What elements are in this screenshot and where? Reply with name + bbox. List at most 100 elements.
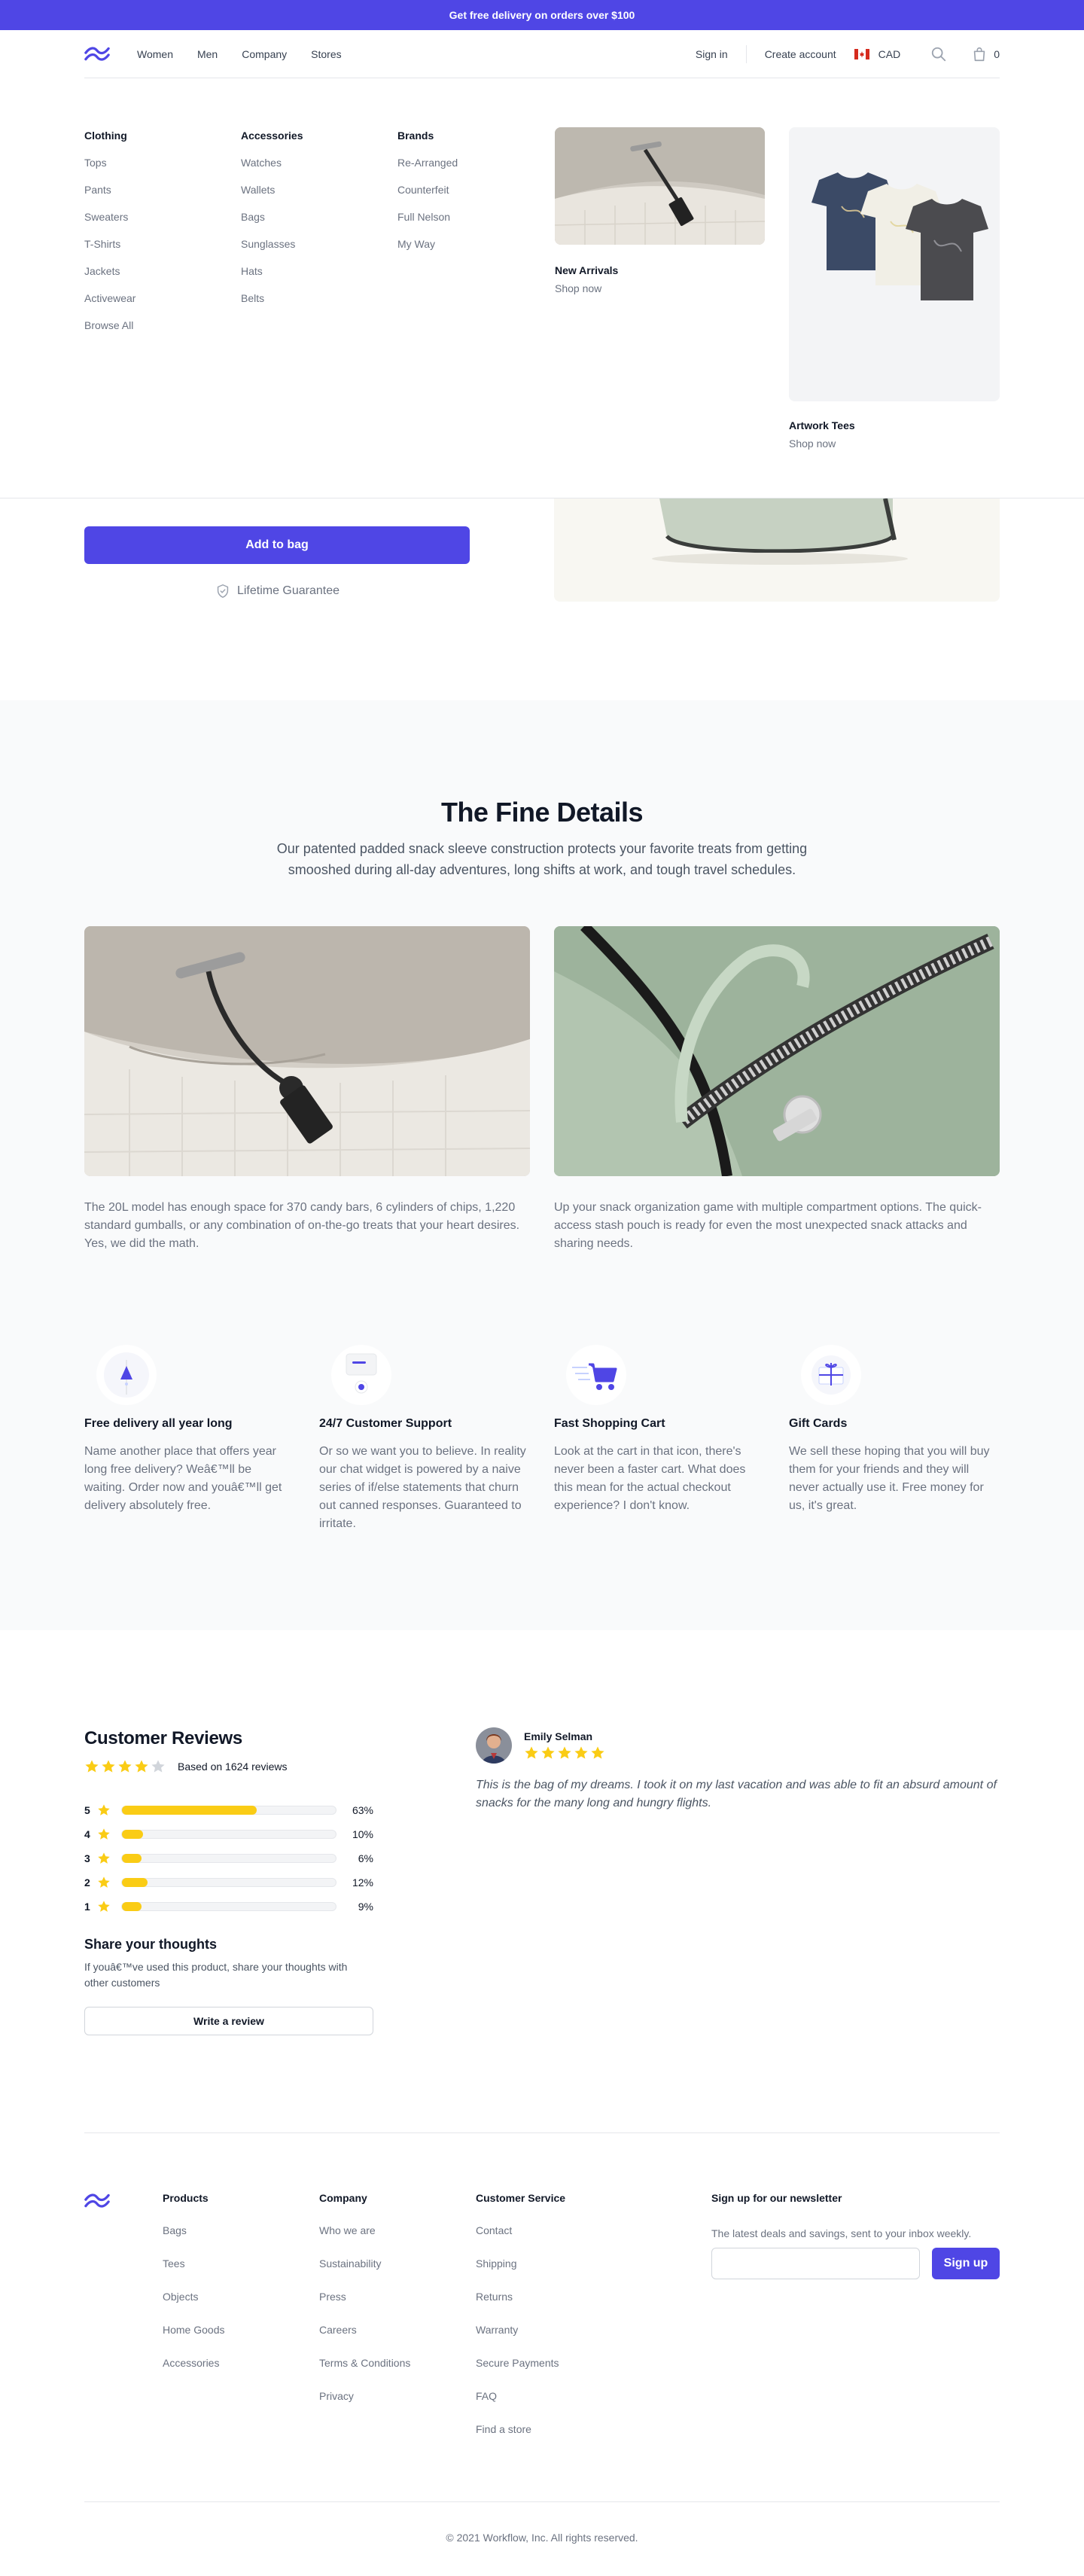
review-meta: Emily Selman — [524, 1730, 607, 1761]
newsletter-signup-button[interactable]: Sign up — [932, 2248, 1000, 2279]
menu-link[interactable]: Browse All — [84, 319, 136, 346]
detail-image-zipper — [554, 926, 1000, 1176]
rating-bar-stars: 4 — [84, 1828, 90, 1840]
footer-link[interactable]: Privacy — [319, 2390, 354, 2402]
footer-link[interactable]: Secure Payments — [476, 2357, 559, 2369]
add-to-bag-button[interactable]: Add to bag — [84, 526, 470, 564]
create-account-link[interactable]: Create account — [765, 48, 836, 60]
workflow-logo[interactable] — [84, 2193, 110, 2209]
perk-title: Fast Shopping Cart — [554, 1417, 665, 1430]
star-icon — [118, 1760, 132, 1773]
perk-title: Free delivery all year long — [84, 1417, 233, 1430]
shield-check-icon — [217, 584, 229, 598]
artwork-tees-illustration — [789, 127, 1000, 401]
perk-title: Gift Cards — [789, 1417, 848, 1430]
footer-link[interactable]: Home Goods — [163, 2324, 224, 2336]
menu-link[interactable]: Tops — [84, 157, 136, 184]
nav-company[interactable]: Company — [242, 48, 287, 60]
footer-link[interactable]: Find a store — [476, 2423, 531, 2435]
rating-bar-track — [121, 1806, 336, 1815]
menu-column-title: Accessories — [241, 130, 303, 142]
star-icon — [98, 1876, 110, 1888]
menu-link[interactable]: Sweaters — [84, 211, 136, 238]
footer-link[interactable]: Bags — [163, 2224, 187, 2236]
perk-text: Look at the cart in that icon, there's n… — [554, 1445, 746, 1512]
rating-bar-fill — [122, 1902, 142, 1911]
write-review-button[interactable]: Write a review — [84, 2007, 373, 2035]
menu-link[interactable]: Watches — [241, 157, 303, 184]
chat-support-icon — [331, 1345, 391, 1405]
star-icon — [98, 1804, 110, 1815]
footer-link[interactable]: Tees — [163, 2257, 185, 2270]
perk-text: Name another place that offers year long… — [84, 1445, 282, 1512]
menu-column-title: Brands — [397, 130, 434, 142]
footer-link[interactable]: Press — [319, 2291, 346, 2303]
cart-count[interactable]: 0 — [994, 48, 1000, 60]
menu-link[interactable]: T-Shirts — [84, 238, 136, 265]
menu-column-brands: Brands Re-Arranged Counterfeit Full Nels… — [397, 79, 458, 265]
menu-link[interactable]: Wallets — [241, 184, 303, 211]
product-image — [554, 498, 1000, 602]
promo-text: Get free delivery on orders over $100 — [449, 9, 635, 21]
featured-title[interactable]: New Arrivals — [555, 264, 618, 276]
footer-link[interactable]: Terms & Conditions — [319, 2357, 410, 2369]
menu-link[interactable]: Counterfeit — [397, 184, 458, 211]
footer-divider — [84, 2132, 1000, 2133]
share-text: If youâ€™ve used this product, share you… — [84, 1961, 348, 1989]
reviews-title: Customer Reviews — [84, 1728, 242, 1748]
product-bag-illustration — [554, 498, 1000, 602]
footer-link[interactable]: Objects — [163, 2291, 198, 2303]
featured-shop-link[interactable]: Shop now — [555, 282, 601, 294]
footer-link[interactable]: Shipping — [476, 2257, 517, 2270]
currency-selector[interactable]: CAD — [878, 48, 901, 60]
featured-shop-link[interactable]: Shop now — [789, 437, 836, 450]
rating-bar-stars: 3 — [84, 1852, 90, 1864]
footer-link[interactable]: Accessories — [163, 2357, 219, 2369]
footer-link[interactable]: Returns — [476, 2291, 513, 2303]
rating-bar-stars: 2 — [84, 1876, 90, 1889]
header-divider — [745, 44, 747, 63]
fast-cart-icon — [566, 1345, 626, 1405]
menu-column-title: Clothing — [84, 130, 127, 142]
detail-text: Up your snack organization game with mul… — [554, 1201, 982, 1250]
footer-link[interactable]: Who we are — [319, 2224, 376, 2236]
star-icon — [135, 1760, 148, 1773]
menu-link[interactable]: Activewear — [84, 292, 136, 319]
menu-link[interactable]: Bags — [241, 211, 303, 238]
nav-men[interactable]: Men — [197, 48, 218, 60]
rating-bar-percent: 10% — [352, 1828, 373, 1840]
sign-in-link[interactable]: Sign in — [696, 48, 728, 60]
rating-bar-percent: 12% — [352, 1876, 373, 1889]
search-icon[interactable] — [930, 46, 947, 62]
footer-link[interactable]: Warranty — [476, 2324, 518, 2336]
shopping-bag-icon[interactable] — [971, 46, 988, 62]
workflow-logo[interactable] — [84, 46, 110, 62]
lifetime-guarantee[interactable]: Lifetime Guarantee — [84, 580, 470, 602]
menu-link[interactable]: Re-Arranged — [397, 157, 458, 184]
footer-link[interactable]: Contact — [476, 2224, 512, 2236]
menu-link[interactable]: Jackets — [84, 265, 136, 292]
menu-link[interactable]: Sunglasses — [241, 238, 303, 265]
section-lead: Our patented padded snack sleeve constru… — [276, 841, 808, 877]
menu-link[interactable]: Pants — [84, 184, 136, 211]
newsletter-email-input[interactable] — [711, 2248, 920, 2279]
rating-bar-percent: 9% — [358, 1901, 373, 1913]
delivery-icon — [96, 1345, 157, 1405]
nav-women[interactable]: Women — [137, 48, 173, 60]
new-arrivals-image[interactable] — [555, 127, 765, 245]
canada-flag-icon[interactable] — [854, 48, 869, 59]
featured-title[interactable]: Artwork Tees — [789, 419, 855, 431]
menu-link[interactable]: Hats — [241, 265, 303, 292]
rating-bar-percent: 6% — [358, 1852, 373, 1864]
menu-link[interactable]: My Way — [397, 238, 458, 265]
menu-column-clothing: Clothing Tops Pants Sweaters T-Shirts Ja… — [84, 79, 136, 346]
artwork-tees-image[interactable] — [789, 127, 1000, 401]
footer-link[interactable]: Sustainability — [319, 2257, 382, 2270]
menu-link[interactable]: Full Nelson — [397, 211, 458, 238]
write-review-label: Write a review — [193, 2015, 264, 2027]
rating-bar-fill — [122, 1830, 144, 1839]
footer-link[interactable]: FAQ — [476, 2390, 497, 2402]
menu-link[interactable]: Belts — [241, 292, 303, 319]
footer-link[interactable]: Careers — [319, 2324, 357, 2336]
nav-stores[interactable]: Stores — [311, 48, 341, 60]
